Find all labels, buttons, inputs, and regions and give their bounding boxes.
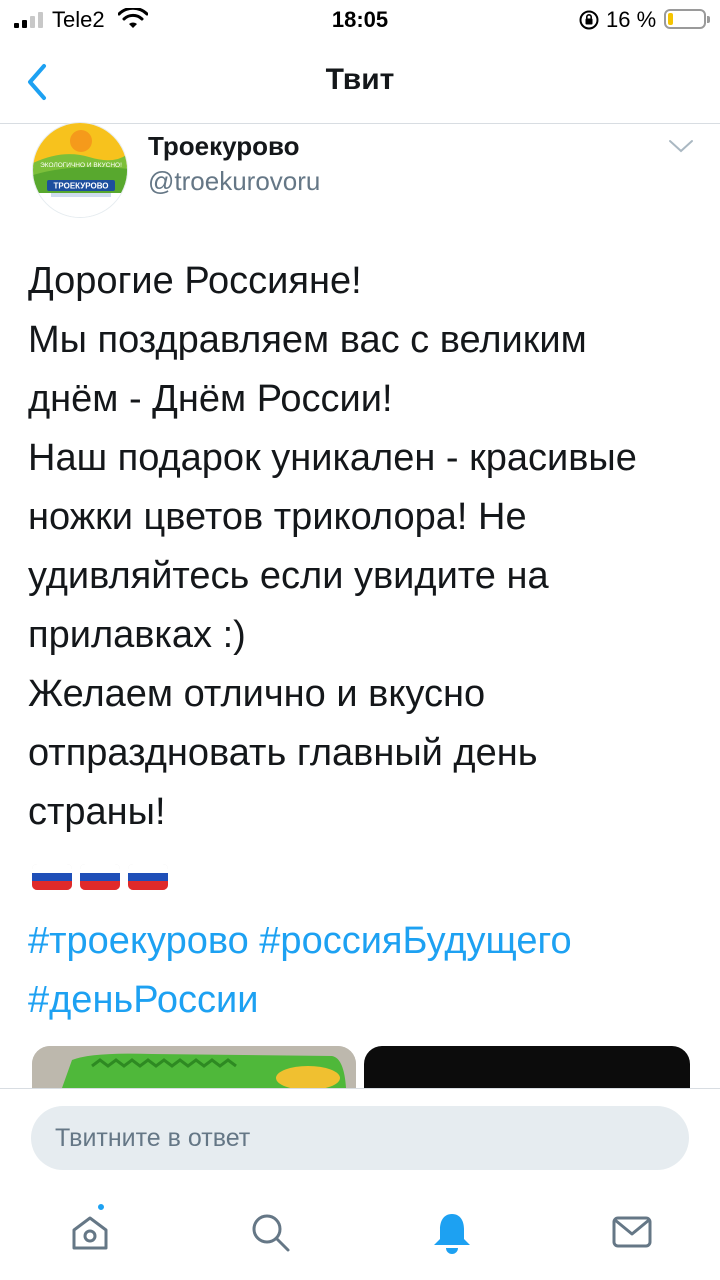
status-bar: Tele2 18:05 16 % — [0, 0, 720, 40]
tab-home[interactable] — [66, 1202, 114, 1256]
navigation-bar: Твит — [0, 40, 720, 124]
tweet-text-line: днём - Днём России! — [28, 378, 393, 420]
media-image-1[interactable] — [32, 1046, 356, 1088]
russia-flag-icon — [32, 864, 72, 890]
media-image-2[interactable] — [364, 1046, 690, 1088]
hashtags: #троекурово #россияБудущего #деньРоссии — [28, 912, 700, 1030]
battery-level-fill — [668, 13, 673, 25]
orientation-lock-icon — [579, 10, 599, 30]
tweet-text-line: отпраздновать главный день — [28, 732, 538, 774]
russia-flag-icon — [128, 864, 168, 890]
tweet-text-line: Мы поздравляем вас с великим — [28, 319, 587, 361]
tweet-text-line: Наш подарок уникален - красивые — [28, 437, 637, 479]
page-title: Твит — [325, 63, 395, 96]
tweet-text-line: прилавках :) — [28, 614, 246, 656]
media-image-1-content — [32, 1046, 356, 1088]
tweet-text: Дорогие Россияне! Мы поздравляем вас с в… — [28, 252, 700, 842]
hashtag-link[interactable]: #россияБудущего — [259, 920, 571, 962]
flag-emoji-row — [32, 864, 168, 890]
search-icon — [252, 1214, 290, 1252]
reply-bar: Твитните в ответ — [0, 1088, 720, 1188]
tab-bar — [0, 1188, 720, 1280]
avatar-tagline: ЭКОЛОГИЧНО И ВКУСНО! — [40, 162, 122, 169]
battery-icon — [664, 9, 710, 29]
battery-percentage: 16 % — [606, 7, 657, 32]
tab-search[interactable] — [246, 1208, 294, 1256]
avatar[interactable]: ЭКОЛОГИЧНО И ВКУСНО! ТРОЕКУРОВО — [32, 122, 128, 218]
tweet-text-line: Желаем отлично и вкусно — [28, 673, 486, 715]
messages-icon — [612, 1216, 652, 1248]
hashtag-link[interactable]: #деньРоссии — [28, 979, 259, 1021]
avatar-brand-text: ТРОЕКУРОВО — [54, 182, 109, 191]
reply-input[interactable]: Твитните в ответ — [31, 1106, 689, 1170]
brand-logo: ЭКОЛОГИЧНО И ВКУСНО! ТРОЕКУРОВО — [33, 123, 127, 217]
notifications-icon — [434, 1214, 470, 1254]
tweet-text-line: удивляйтесь если увидите на — [28, 555, 549, 597]
tab-notifications[interactable] — [428, 1208, 476, 1256]
tab-messages[interactable] — [608, 1208, 656, 1256]
tweet-text-line: Дорогие Россияне! — [28, 260, 362, 302]
tweet-text-line: страны! — [28, 791, 166, 833]
hashtag-link[interactable]: #троекурово — [28, 920, 249, 962]
tweet-text-line: ножки цветов триколора! Не — [28, 496, 527, 538]
author-name[interactable]: Троекурово — [148, 131, 300, 162]
home-icon — [72, 1216, 108, 1250]
russia-flag-icon — [80, 864, 120, 890]
new-content-dot — [96, 1202, 106, 1212]
chevron-down-icon[interactable] — [666, 136, 696, 156]
author-handle[interactable]: @troekurovoru — [148, 166, 320, 197]
